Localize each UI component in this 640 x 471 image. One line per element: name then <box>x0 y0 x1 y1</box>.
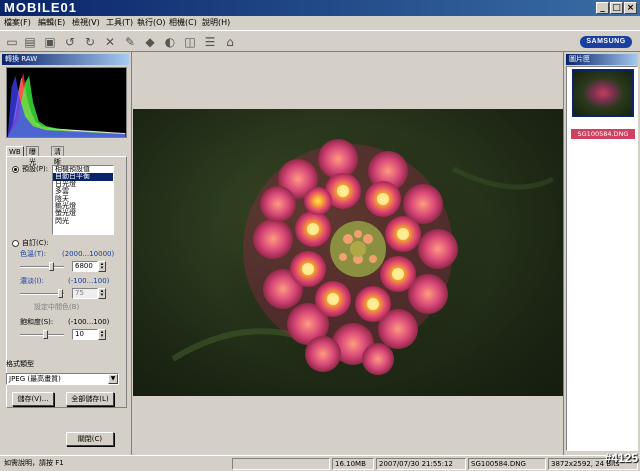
status-date: 2007/07/30 21:55:12 <box>376 458 466 470</box>
image-view[interactable] <box>133 52 563 455</box>
format-select[interactable]: JPEG (最高畫質) ▼ <box>6 373 119 385</box>
temp-spin-button[interactable]: ▴ ▾ <box>98 261 106 272</box>
samsung-logo: SAMSUNG <box>580 36 632 48</box>
minimize-button[interactable]: _ <box>596 2 609 14</box>
save-icon[interactable]: ▣ <box>42 34 58 50</box>
open-icon[interactable]: ▭ <box>4 34 20 50</box>
close-window-button[interactable]: × <box>624 2 637 14</box>
app-logo: MOBILE01 <box>4 0 78 15</box>
list-item[interactable]: 閃光 <box>53 217 113 225</box>
menu-bar: 檔案(F) 編輯(E) 檢視(V) 工具(T) 執行(O) 相機(C) 說明(H… <box>0 16 640 30</box>
menu-file[interactable]: 檔案(F) <box>4 17 31 29</box>
saturation-label: 飽和度(S): <box>20 318 54 326</box>
home-icon[interactable]: ⌂ <box>222 34 238 50</box>
custom-radio[interactable] <box>12 240 19 247</box>
rotate-right-icon[interactable]: ↻ <box>82 34 98 50</box>
adjust-icon[interactable]: ◆ <box>142 34 158 50</box>
tint-range: (-100...100) <box>68 277 110 285</box>
format-label: 格式類型 <box>6 360 34 368</box>
status-help: 如需說明，請按 F1 <box>4 459 64 467</box>
thumbnail-panel: 圖片匣 SG100584.DNG <box>563 52 640 455</box>
menu-camera[interactable]: 相機(C) <box>169 17 197 29</box>
slider-thumb[interactable] <box>58 289 63 298</box>
thumbnail-list: SG100584.DNG <box>566 66 638 451</box>
tint-label: 濃淡(I): <box>20 277 44 285</box>
tab-sharpness[interactable]: 清晰度 <box>51 146 64 176</box>
tint-slider[interactable] <box>20 289 64 298</box>
menu-edit[interactable]: 編輯(E) <box>38 17 65 29</box>
tint-spin-button[interactable]: ▴ ▾ <box>98 288 106 299</box>
status-filename: SG100584.DNG <box>468 458 546 470</box>
saturation-spin-button[interactable]: ▴ ▾ <box>98 329 106 340</box>
raw-convert-panel: 轉換 RAW WB 曝光 清晰度 預設(P): 相機預設值 自動白平衡 日光燈 … <box>0 52 132 455</box>
toolbar: ▭ ▤ ▣ ↺ ↻ ✕ ✎ ◆ ◐ ◫ ☰ ⌂ SAMSUNG <box>0 30 640 52</box>
edit-icon[interactable]: ✎ <box>122 34 138 50</box>
color-icon[interactable]: ◐ <box>162 34 178 50</box>
slider-thumb[interactable] <box>49 262 54 271</box>
menu-view[interactable]: 檢視(V) <box>72 17 100 29</box>
saturation-slider[interactable] <box>20 330 64 339</box>
menu-run[interactable]: 執行(O) <box>137 17 166 29</box>
list-icon[interactable]: ☰ <box>202 34 218 50</box>
preset-label: 預設(P): <box>22 165 49 173</box>
temp-input[interactable]: 6800 <box>72 261 98 272</box>
status-empty <box>232 458 330 470</box>
split-view-icon[interactable]: ◫ <box>182 34 198 50</box>
saturation-range: (-100...100) <box>68 318 110 326</box>
thumbnail-image[interactable] <box>572 69 634 117</box>
preset-radio[interactable] <box>12 166 19 173</box>
title-bar: MOBILE01 _ □ × <box>0 0 640 16</box>
temp-range: (2000...10000) <box>62 250 115 258</box>
wb-preset-list[interactable]: 相機預設值 自動白平衡 日光燈 多雲 陰天 鎢光燈 螢光燈 閃光 <box>52 165 114 235</box>
tab-wb[interactable]: WB <box>6 146 24 156</box>
menu-tools[interactable]: 工具(T) <box>106 17 133 29</box>
save-all-button[interactable]: 全部儲存(L) <box>66 392 114 406</box>
panel-header: 轉換 RAW <box>2 54 129 65</box>
custom-label: 自訂(C): <box>22 239 49 247</box>
close-button[interactable]: 關閉(C) <box>66 432 114 446</box>
menu-help[interactable]: 說明(H) <box>202 17 230 29</box>
slider-thumb[interactable] <box>43 330 48 339</box>
temp-label: 色溫(T): <box>20 250 47 258</box>
watermark: #4125 <box>604 451 638 465</box>
tab-exposure[interactable]: 曝光 <box>26 146 39 166</box>
format-value: JPEG (最高畫質) <box>9 375 61 383</box>
tint-input[interactable]: 75 <box>72 288 98 299</box>
thumbnail-label[interactable]: SG100584.DNG <box>571 129 635 139</box>
print-icon[interactable]: ▤ <box>22 34 38 50</box>
saturation-input[interactable]: 10 <box>72 329 98 340</box>
chevron-down-icon[interactable]: ▼ <box>108 374 118 384</box>
temp-slider[interactable] <box>20 262 64 271</box>
thumbnail-panel-header: 圖片匣 <box>566 54 638 65</box>
rotate-left-icon[interactable]: ↺ <box>62 34 78 50</box>
flower-photo <box>133 109 563 396</box>
status-size: 16.10MB <box>332 458 374 470</box>
histogram <box>6 67 127 138</box>
maximize-button[interactable]: □ <box>610 2 623 14</box>
middle-gray-button[interactable]: 設定中間色(B) <box>34 303 79 312</box>
status-bar: 如需說明，請按 F1 16.10MB 2007/07/30 21:55:12 S… <box>0 455 640 471</box>
cut-icon[interactable]: ✕ <box>102 34 118 50</box>
save-button[interactable]: 儲存(V)... <box>12 392 54 406</box>
